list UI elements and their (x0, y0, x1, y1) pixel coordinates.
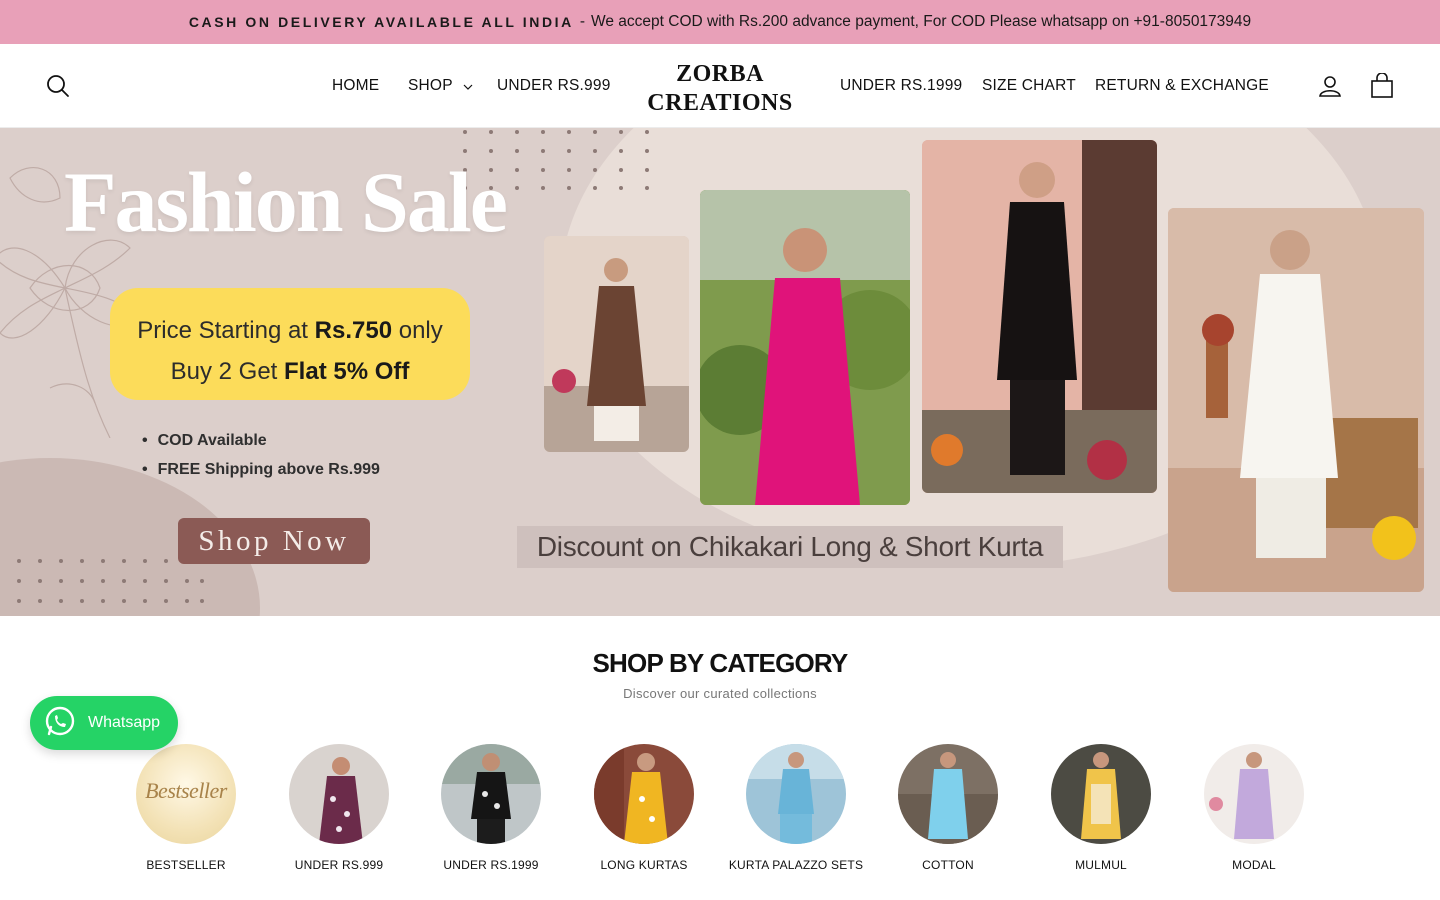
nav-size-chart[interactable]: SIZE CHART (982, 77, 1076, 95)
section-title: SHOP BY CATEGORY (592, 648, 849, 678)
category-under-1999[interactable]: UNDER RS.1999 (416, 744, 566, 872)
category-label: COTTON (922, 858, 974, 872)
shop-now-button[interactable]: Shop Now (178, 518, 370, 564)
category-label: LONG KURTAS (600, 858, 688, 872)
section-subtitle: Discover our curated collections (623, 686, 817, 701)
bestseller-image-text: Bestseller (145, 778, 227, 803)
category-kurta-palazzo-sets[interactable]: KURTA PALAZZO SETS (721, 744, 871, 872)
category-label: MULMUL (1075, 858, 1127, 872)
cart-icon[interactable] (1368, 72, 1396, 100)
category-label: KURTA PALAZZO SETS (728, 858, 864, 872)
category-image (898, 744, 998, 844)
discount-banner-text: Discount on Chikakari Long & Short Kurta (517, 526, 1063, 568)
category-image (1051, 744, 1151, 844)
category-image (594, 744, 694, 844)
category-label: UNDER RS.1999 (443, 858, 539, 872)
price-line-2: Buy 2 Get Flat 5% Off (170, 358, 410, 385)
search-icon[interactable] (44, 72, 72, 100)
account-icon[interactable] (1316, 72, 1344, 100)
announcement-separator: - (579, 13, 586, 30)
hero-bullets: COD Available FREE Shipping above Rs.999 (142, 426, 380, 484)
nav-under-999[interactable]: UNDER RS.999 (497, 77, 611, 95)
nav-home[interactable]: HOME (332, 77, 379, 95)
announcement-strong: CASH ON DELIVERY AVAILABLE ALL INDIA (188, 14, 574, 30)
whatsapp-icon (44, 705, 76, 742)
nav-shop-label: SHOP (408, 77, 453, 95)
whatsapp-label: Whatsapp (88, 714, 161, 731)
chevron-down-icon (463, 77, 473, 95)
category-label: BESTSELLER (146, 858, 226, 872)
dot-pattern-2 (17, 559, 204, 603)
category-label: MODAL (1232, 858, 1276, 872)
price-line-1: Price Starting at Rs.750 only (137, 317, 443, 344)
product-photo-black-kurta (922, 140, 1157, 493)
site-logo[interactable]: ZORBA CREATIONS (640, 60, 800, 118)
hero-banner[interactable]: Fashion Sale Price Starting at Rs.750 on… (0, 128, 1440, 616)
category-image: Bestseller (136, 744, 236, 844)
hero-title: Fashion Sale (64, 154, 508, 250)
product-photo-pink-kurta (700, 190, 910, 505)
logo-line1: ZORBA (676, 61, 764, 87)
whatsapp-button[interactable]: Whatsapp (30, 696, 178, 750)
category-label: UNDER RS.999 (294, 858, 384, 872)
announcement-text: We accept COD with Rs.200 advance paymen… (591, 13, 1252, 30)
category-modal[interactable]: MODAL (1179, 744, 1329, 872)
category-image (746, 744, 846, 844)
category-under-999[interactable]: UNDER RS.999 (264, 744, 414, 872)
price-offer-box: Price Starting at Rs.750 only Buy 2 Get … (110, 288, 470, 400)
product-photo-brown-kurta (544, 236, 689, 452)
bullet-cod: COD Available (142, 426, 380, 455)
category-cotton[interactable]: COTTON (873, 744, 1023, 872)
nav-shop[interactable]: SHOP (408, 77, 473, 95)
category-long-kurtas[interactable]: LONG KURTAS (569, 744, 719, 872)
nav-return-exchange[interactable]: RETURN & EXCHANGE (1095, 77, 1269, 95)
logo-line2: CREATIONS (647, 90, 793, 116)
product-photo-white-kurta (1168, 208, 1424, 592)
category-image (1204, 744, 1304, 844)
category-bestseller[interactable]: Bestseller BESTSELLER (111, 744, 261, 872)
category-image (289, 744, 389, 844)
announcement-bar: CASH ON DELIVERY AVAILABLE ALL INDIA - W… (0, 0, 1440, 44)
category-image (441, 744, 541, 844)
site-header: HOME SHOP UNDER RS.999 ZORBA CREATIONS U… (0, 44, 1440, 128)
category-mulmul[interactable]: MULMUL (1026, 744, 1176, 872)
bullet-shipping: FREE Shipping above Rs.999 (142, 455, 380, 484)
nav-under-1999[interactable]: UNDER RS.1999 (840, 77, 962, 95)
